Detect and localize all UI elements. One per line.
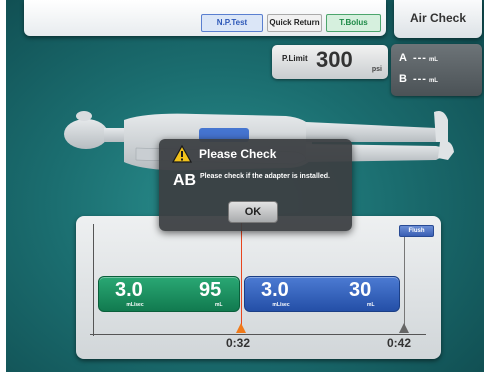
- t-bolus-button[interactable]: T.Bolus: [326, 14, 381, 32]
- end-time-label: 0:42: [387, 336, 412, 350]
- timeline-horizontal-axis: [90, 334, 426, 335]
- pressure-limit-label: P.Limit: [282, 54, 308, 63]
- progress-marker-line: [241, 216, 242, 328]
- phase-b-box[interactable]: 3.0 mL/sec 30 mL: [244, 276, 400, 312]
- syringe-a-unit: mL: [428, 57, 438, 63]
- dialog-code: AB: [173, 172, 197, 189]
- np-test-button[interactable]: N.P.Test: [201, 14, 263, 32]
- dialog-message: Please check if the adapter is installed…: [200, 173, 330, 180]
- injection-timeline-panel: Flush 3.0 mL/sec 95 mL 3.0 mL/sec 30 mL …: [76, 216, 441, 359]
- timeline-vertical-axis: [93, 224, 94, 336]
- phase-a-volume: 95: [199, 279, 222, 301]
- injector-screen: N.P.Test Quick Return T.Bolus Air Check …: [6, 0, 484, 372]
- progress-marker-icon: [236, 323, 246, 333]
- phase-a-rate: 3.0: [115, 279, 143, 301]
- syringe-b-row: B --- mL: [399, 73, 438, 85]
- syringe-b-unit: mL: [428, 78, 438, 84]
- syringe-a-value: ---: [412, 52, 427, 64]
- quick-return-button[interactable]: Quick Return: [267, 14, 322, 32]
- phase-b-volume-unit: mL: [367, 302, 375, 308]
- syringe-b-label: B: [399, 73, 407, 85]
- syringe-a-label: A: [399, 52, 407, 64]
- pressure-limit-unit: psi: [371, 66, 382, 73]
- warning-icon: [172, 145, 192, 163]
- please-check-dialog: Please Check AB Please check if the adap…: [159, 139, 352, 231]
- phase-a-rate-unit: mL/sec: [126, 302, 144, 308]
- ok-button[interactable]: OK: [228, 201, 278, 223]
- end-marker-line: [404, 230, 405, 328]
- pressure-limit-box[interactable]: P.Limit 300 psi: [272, 45, 388, 79]
- syringe-b-value: ---: [412, 73, 427, 85]
- pressure-limit-value: 300: [316, 47, 353, 72]
- syringe-volume-box: A --- mL B --- mL: [391, 44, 482, 96]
- phase-b-volume: 30: [349, 279, 372, 301]
- air-check-button[interactable]: Air Check: [394, 0, 482, 38]
- phase-a-volume-unit: mL: [215, 302, 223, 308]
- current-time-label: 0:32: [226, 336, 251, 350]
- phase-a-box[interactable]: 3.0 mL/sec 95 mL: [98, 276, 240, 312]
- phase-b-rate: 3.0: [261, 279, 289, 301]
- syringe-a-row: A --- mL: [399, 52, 438, 64]
- top-toolbar: N.P.Test Quick Return T.Bolus: [24, 0, 386, 36]
- flush-button[interactable]: Flush: [399, 225, 434, 237]
- end-marker-icon: [399, 323, 409, 333]
- dialog-title: Please Check: [199, 147, 277, 161]
- phase-b-rate-unit: mL/sec: [272, 302, 290, 308]
